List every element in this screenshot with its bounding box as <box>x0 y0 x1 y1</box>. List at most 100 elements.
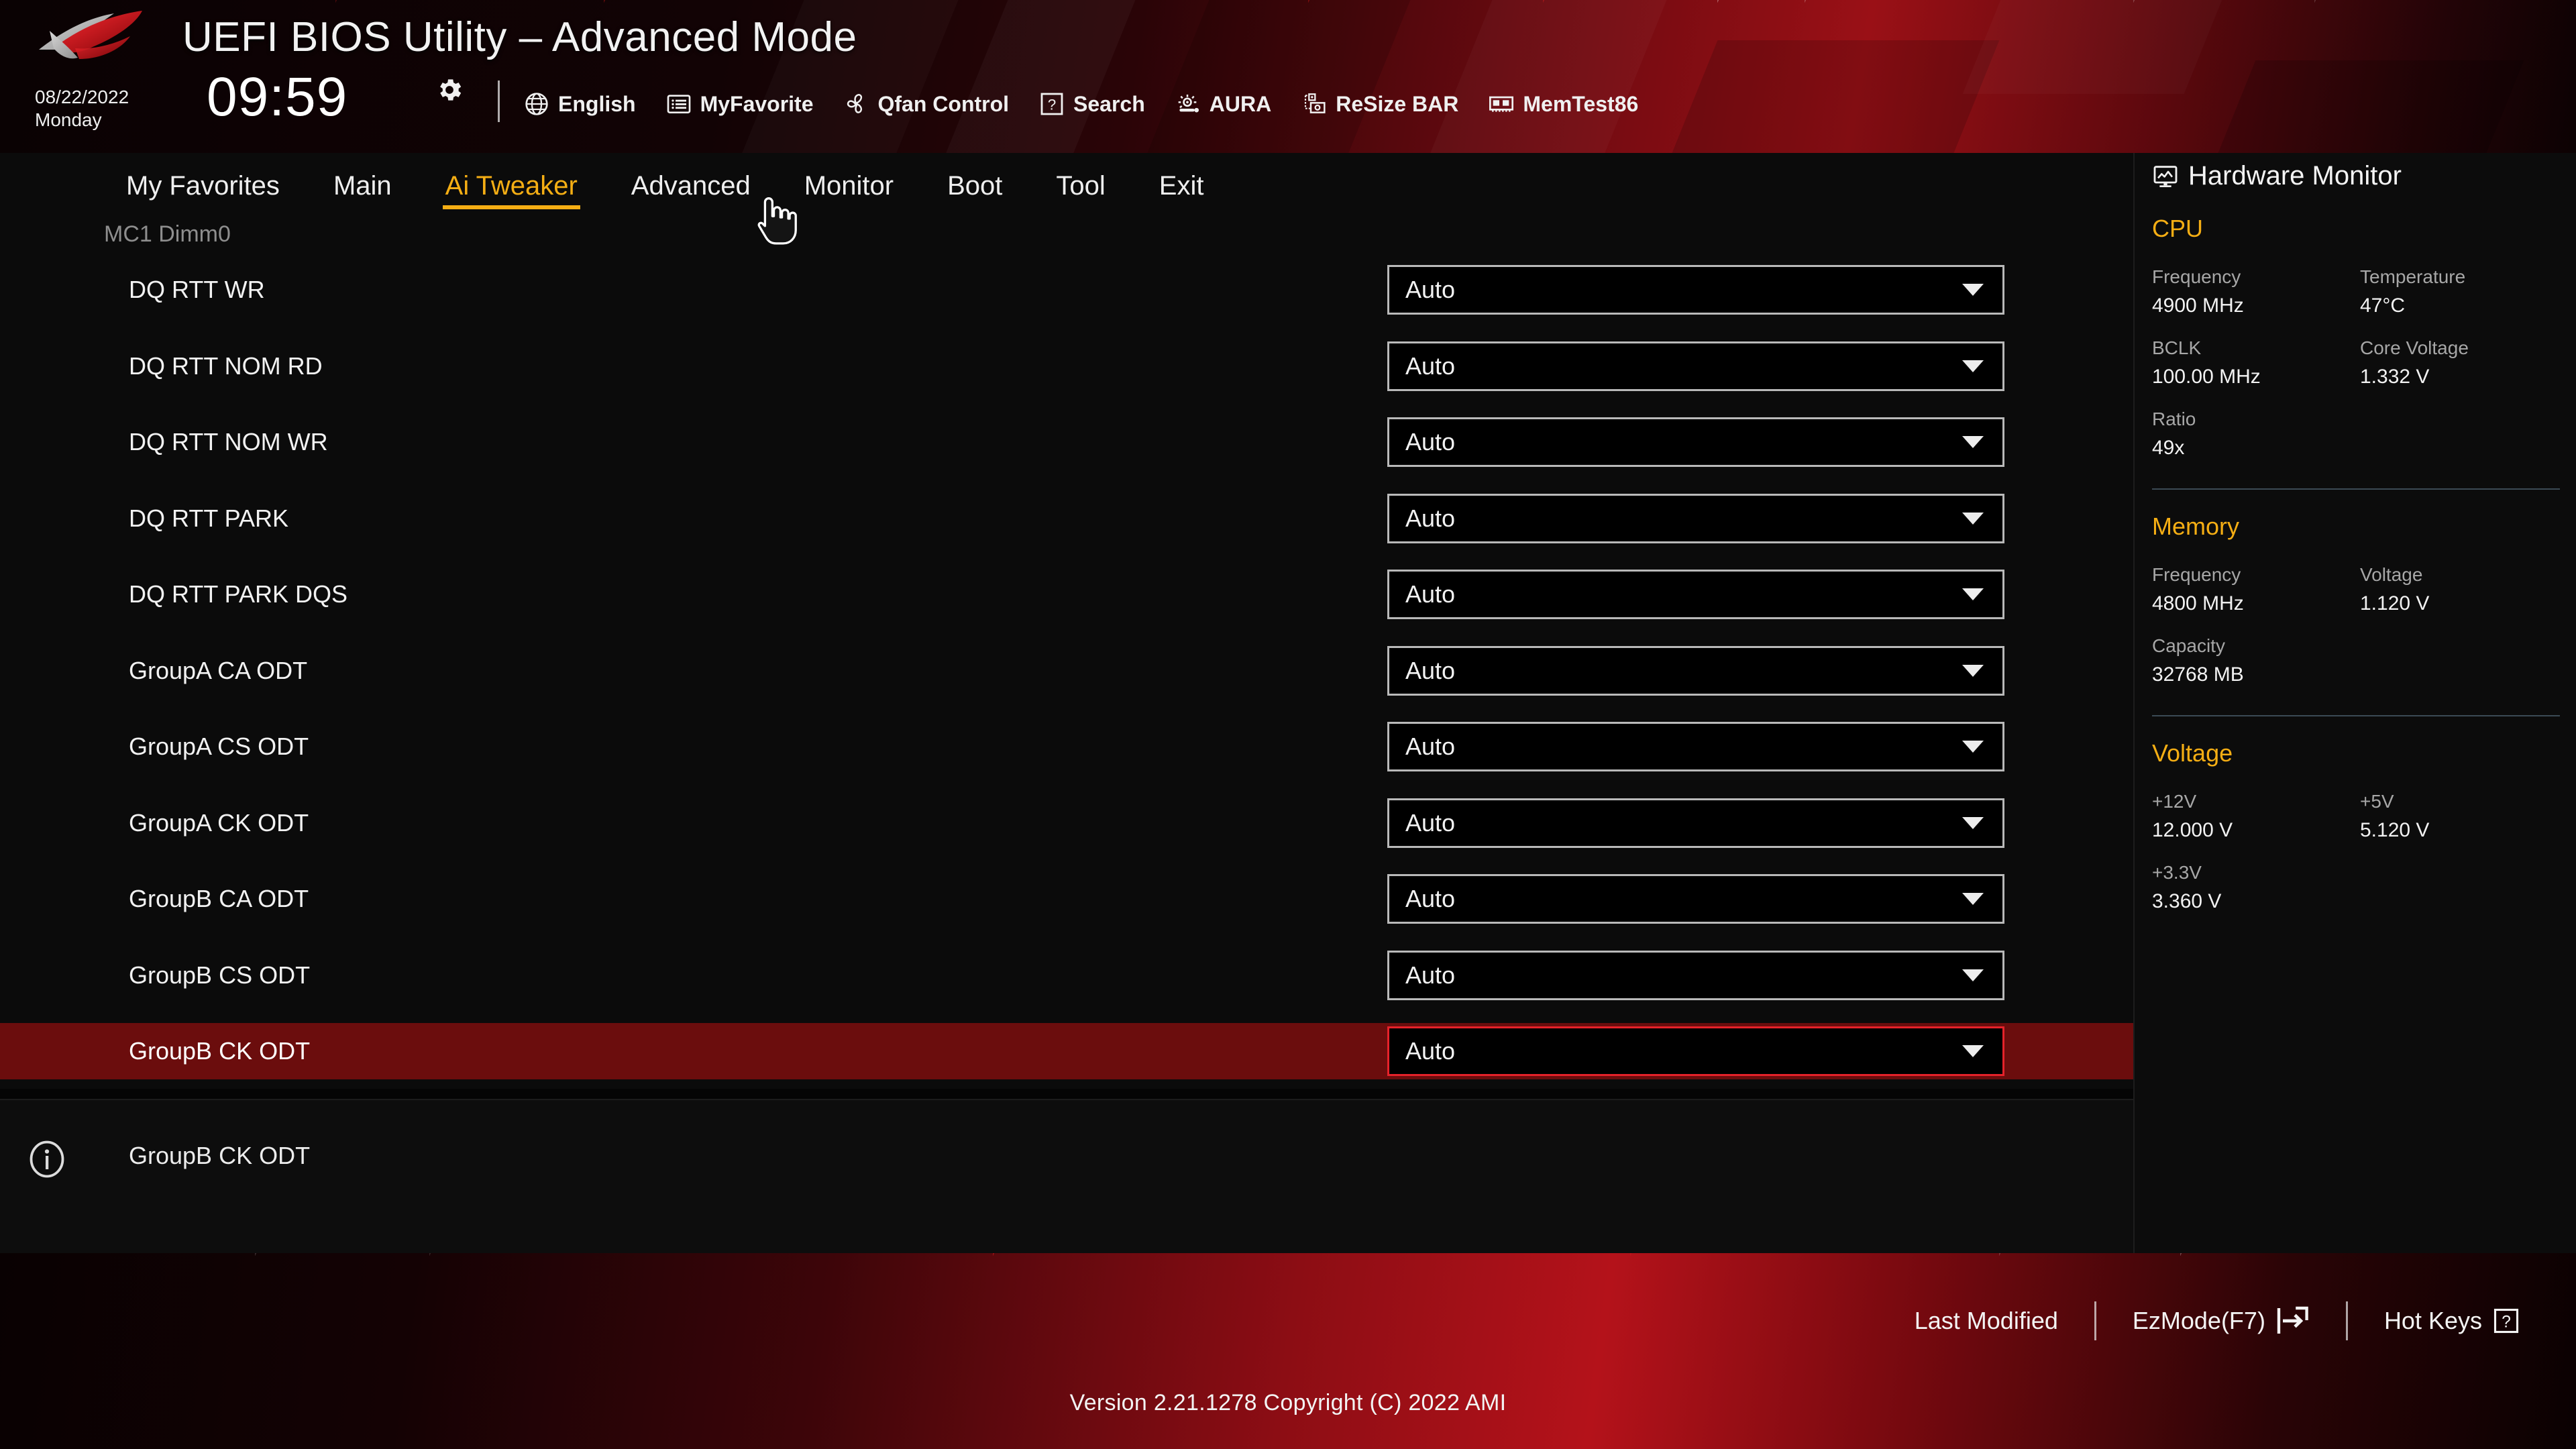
hwm-section-title: CPU <box>2152 215 2204 242</box>
chevron-down-icon <box>1962 512 1984 525</box>
memtest86-button[interactable]: MemTest86 <box>1488 91 1638 117</box>
qfan-control-label: Qfan Control <box>877 91 1010 116</box>
setting-row[interactable]: GroupA CS ODT Auto <box>0 718 2133 775</box>
chevron-down-icon <box>1962 741 1984 753</box>
aura-light-icon <box>1178 95 1199 113</box>
help-text: GroupB CK ODT <box>129 1142 311 1169</box>
setting-row[interactable]: GroupA CK ODT Auto <box>0 795 2133 851</box>
tab-label: Ai Tweaker <box>445 170 578 201</box>
list-scrollbar-track[interactable] <box>2077 219 2086 1089</box>
chevron-down-icon <box>1962 588 1984 600</box>
setting-row[interactable]: DQ RTT PARK Auto <box>0 490 2133 547</box>
hwm-section: CPU Frequency 4900 MHz Temperature 47°C BCLK 1… <box>2135 215 2576 462</box>
hardware-monitor-sections: CPU Frequency 4900 MHz Temperature 47°C BCLK 1… <box>2135 215 2576 915</box>
setting-label: DQ RTT NOM WR <box>129 428 328 455</box>
tab-label: My Favorites <box>126 170 280 201</box>
current-time: 09:59 <box>207 66 348 127</box>
setting-dropdown[interactable]: Auto <box>1387 645 2004 696</box>
hwm-metric-value: 1.120 V <box>2360 592 2430 614</box>
last-modified-button[interactable]: Last Modified <box>1878 1307 2094 1335</box>
ezmode-button[interactable]: EzMode(F7) <box>2096 1305 2346 1336</box>
hwm-metric: Frequency 4800 MHz <box>2152 564 2352 617</box>
hwm-metric-label: Frequency <box>2152 266 2241 287</box>
setting-dropdown[interactable]: Auto <box>1387 570 2004 619</box>
language-button[interactable]: English <box>523 91 636 117</box>
setting-row[interactable]: GroupB CK ODT Auto <box>0 1023 2133 1079</box>
setting-label: DQ RTT WR <box>129 276 265 303</box>
tab-exit[interactable]: Exit <box>1132 153 1231 219</box>
current-date: 08/22/2022 <box>35 87 129 107</box>
question-box-icon: ? <box>2493 1308 2519 1334</box>
setting-dropdown[interactable]: Auto <box>1387 265 2004 315</box>
setting-dropdown[interactable]: Auto <box>1387 493 2004 543</box>
search-button[interactable]: ? Search <box>1038 91 1145 117</box>
hwm-section: Memory Frequency 4800 MHz Voltage 1.120 V Cap… <box>2135 513 2576 688</box>
setting-row[interactable]: GroupB CA ODT Auto <box>0 871 2133 927</box>
info-icon <box>30 1140 64 1178</box>
hwm-metric-label: +12V <box>2152 791 2197 812</box>
myfavorite-label: MyFavorite <box>700 91 814 116</box>
hwm-metric-label: Ratio <box>2152 409 2196 429</box>
tab-label: Advanced <box>631 170 751 201</box>
resize-bar-button[interactable]: ReSize BAR <box>1301 91 1458 117</box>
setting-row[interactable]: DQ RTT PARK DQS Auto <box>0 566 2133 623</box>
tab-label: Exit <box>1159 170 1204 201</box>
tab-main[interactable]: Main <box>307 153 419 219</box>
hwm-metric: +3.3V 3.360 V <box>2152 861 2352 915</box>
setting-dropdown[interactable]: Auto <box>1387 341 2004 391</box>
tab-ai-tweaker[interactable]: Ai Tweaker <box>419 153 604 219</box>
setting-row[interactable]: DQ RTT NOM WR Auto <box>0 414 2133 470</box>
chevron-down-icon <box>1962 1045 1984 1057</box>
tab-boot[interactable]: Boot <box>920 153 1029 219</box>
header-divider <box>498 80 500 122</box>
hot-keys-label: Hot Keys <box>2383 1307 2482 1334</box>
version-text: Version 2.21.1278 Copyright (C) 2022 AMI <box>1069 1390 1507 1415</box>
myfavorite-button[interactable]: MyFavorite <box>665 91 814 117</box>
tab-monitor[interactable]: Monitor <box>777 153 920 219</box>
setting-row[interactable]: GroupA CA ODT Auto <box>0 643 2133 699</box>
tab-my-favorites[interactable]: My Favorites <box>99 153 307 219</box>
qfan-control-button[interactable]: Qfan Control <box>843 91 1010 117</box>
tab-advanced[interactable]: Advanced <box>604 153 777 219</box>
setting-row[interactable]: GroupB CS ODT Auto <box>0 947 2133 1004</box>
hwm-section-title: Voltage <box>2152 739 2233 767</box>
setting-row[interactable]: DQ RTT NOM RD Auto <box>0 338 2133 394</box>
tab-tool[interactable]: Tool <box>1029 153 1132 219</box>
setting-dropdown[interactable]: Auto <box>1387 722 2004 771</box>
chevron-down-icon <box>1962 284 1984 296</box>
hwm-metric-value: 49x <box>2152 437 2185 459</box>
setting-value: Auto <box>1405 808 1456 837</box>
hwm-metric-label: Temperature <box>2360 266 2466 287</box>
setting-dropdown[interactable]: Auto <box>1387 417 2004 467</box>
hwm-metric-value: 3.360 V <box>2152 890 2222 912</box>
hwm-metric: +5V 5.120 V <box>2360 790 2560 844</box>
setting-value: Auto <box>1405 580 1456 608</box>
setting-label: DQ RTT NOM RD <box>129 352 323 380</box>
hwm-metric-value: 1.332 V <box>2360 366 2430 388</box>
setting-label: DQ RTT PARK DQS <box>129 580 348 608</box>
setting-value: Auto <box>1405 733 1456 760</box>
question-box-icon: ? <box>1040 93 1063 115</box>
setting-label: GroupA CK ODT <box>129 808 309 837</box>
hwm-metric-value: 4900 MHz <box>2152 294 2244 317</box>
setting-dropdown[interactable]: Auto <box>1387 798 2004 848</box>
main-tab-bar: My Favorites Main Ai Tweaker Advanced Monito… <box>0 153 2133 219</box>
hwm-metric-label: +3.3V <box>2152 862 2202 883</box>
hwm-kv-grid: +12V 12.000 V +5V 5.120 V +3.3V 3.360 V <box>2152 790 2560 915</box>
gear-icon[interactable] <box>435 75 464 105</box>
aura-button[interactable]: AURA <box>1175 91 1271 117</box>
bios-screen: UEFI BIOS Utility – Advanced Mode 08/22/… <box>0 0 2576 1449</box>
setting-row[interactable]: DQ RTT WR Auto <box>0 262 2133 318</box>
setting-dropdown[interactable]: Auto <box>1387 1026 2004 1076</box>
setting-value: Auto <box>1405 656 1456 684</box>
hwm-metric-label: Frequency <box>2152 564 2241 585</box>
hwm-kv-grid: Frequency 4900 MHz Temperature 47°C BCLK 100.… <box>2152 266 2560 462</box>
setting-dropdown[interactable]: Auto <box>1387 950 2004 1000</box>
setting-label: DQ RTT PARK <box>129 504 289 532</box>
setting-value: Auto <box>1405 276 1456 303</box>
setting-value: Auto <box>1405 961 1456 989</box>
hwm-metric-value: 4800 MHz <box>2152 592 2244 614</box>
hot-keys-button[interactable]: Hot Keys ? <box>2348 1306 2557 1336</box>
settings-list: MC1 Dimm0 DQ RTT WR Auto DQ RTT NOM RD Auto D… <box>0 219 2133 1089</box>
setting-dropdown[interactable]: Auto <box>1387 874 2004 924</box>
